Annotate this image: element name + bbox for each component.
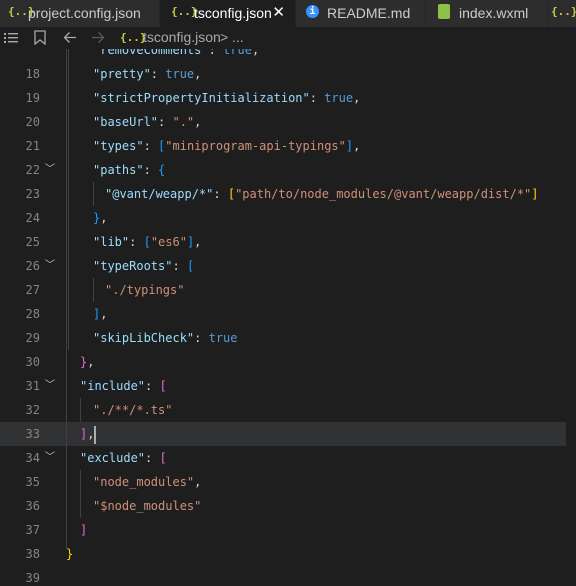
line-text: "typeRoots": [ xyxy=(93,259,195,273)
info-icon: i xyxy=(306,5,319,18)
line-text: "types": ["miniprogram-api-typings"], xyxy=(93,139,361,153)
code-line[interactable]: 25 }, xyxy=(0,206,576,249)
arrow-right-icon[interactable] xyxy=(91,31,105,44)
line-number: 31 xyxy=(25,379,40,393)
line-text: "lib": ["es6"], xyxy=(93,235,202,249)
code-line[interactable]: 37 "$node_modules" xyxy=(0,494,576,537)
breadcrumb-ellipsis[interactable]: ... xyxy=(232,29,244,45)
code-line[interactable]: 28 "./typings" xyxy=(0,278,576,321)
arrow-left-icon[interactable] xyxy=(63,31,77,44)
breadcrumb-separator: > xyxy=(220,29,229,45)
line-text: "include": [ xyxy=(80,379,167,393)
line-text: } xyxy=(66,547,74,561)
line-text: "baseUrl": ".", xyxy=(93,115,202,129)
line-number: 28 xyxy=(25,307,40,321)
chevron-down-icon[interactable]: ﹀ xyxy=(45,158,55,182)
line-text: "paths": { xyxy=(93,163,166,177)
line-number: 30 xyxy=(25,355,40,369)
line-number: 19 xyxy=(25,91,40,105)
line-number: 33 xyxy=(25,427,40,441)
code-line[interactable]: 35 ﹀ "exclude": [ xyxy=(0,446,576,489)
text-cursor xyxy=(94,425,97,444)
line-text: "skipLibCheck": true xyxy=(93,331,238,345)
code-line[interactable]: 23 ﹀ "paths": { xyxy=(0,158,576,201)
line-number: 21 xyxy=(25,139,40,153)
tab-bar: {..} project.config.json {..} tsconfig.j… xyxy=(0,0,576,27)
code-line[interactable]: 19 "pretty": true, xyxy=(0,62,576,105)
code-line[interactable]: 38 ] xyxy=(0,518,576,561)
line-number: 18 xyxy=(25,67,40,81)
line-text: "node_modules", xyxy=(93,475,202,489)
line-text: "exclude": [ xyxy=(80,451,167,465)
line-number: 23 xyxy=(25,187,40,201)
tab-index-wxml[interactable]: wxml index.wxml xyxy=(426,0,548,27)
line-number: 38 xyxy=(25,547,40,561)
line-number: 27 xyxy=(25,283,40,297)
close-icon[interactable]: ✕ xyxy=(272,3,285,21)
line-text: }, xyxy=(93,211,108,225)
line-number: 26 xyxy=(25,259,40,273)
line-number: 32 xyxy=(25,403,40,417)
code-line[interactable]: 39 } xyxy=(0,542,576,585)
line-text: "./**/*.ts" xyxy=(93,403,173,417)
code-line[interactable]: 29 ], xyxy=(0,302,576,345)
line-text: ], xyxy=(80,422,97,446)
line-text: ] xyxy=(80,523,88,537)
code-line[interactable]: 18 "removeComments": true, xyxy=(0,49,576,81)
code-line[interactable]: 24 "@vant/weapp/*": ["path/to/node_modul… xyxy=(0,182,576,225)
line-text: "pretty": true, xyxy=(93,67,202,81)
line-text: ], xyxy=(93,307,108,321)
code-line[interactable]: 30 "skipLibCheck": true xyxy=(0,326,576,369)
tab-label: README.md xyxy=(327,5,411,21)
code-line[interactable]: 21 "baseUrl": ".", xyxy=(0,110,576,153)
code-line-current[interactable]: 34 ], xyxy=(0,422,576,465)
line-number: 22 xyxy=(25,163,40,177)
line-number: 20 xyxy=(25,115,40,129)
code-lines: 18 "removeComments": true, 19 "pretty": … xyxy=(0,49,576,585)
vertical-scrollbar[interactable] xyxy=(566,49,576,586)
code-line[interactable]: 36 "node_modules", xyxy=(0,470,576,513)
list-icon[interactable] xyxy=(4,31,18,45)
wxml-file-icon: wxml xyxy=(438,4,450,19)
tab-readme[interactable]: i README.md xyxy=(296,0,426,27)
tab-label: tsconfig.json xyxy=(194,5,272,21)
tab-tsconfig[interactable]: {..} tsconfig.json ✕ xyxy=(160,0,296,27)
line-number: 35 xyxy=(25,475,40,489)
code-line[interactable]: 20 "strictPropertyInitialization": true, xyxy=(0,86,576,129)
code-line[interactable]: 32 ﹀ "include": [ xyxy=(0,374,576,417)
root-brace-guide xyxy=(66,49,67,549)
line-number: 34 xyxy=(25,451,40,465)
line-text: }, xyxy=(80,355,95,369)
chevron-down-icon[interactable]: ﹀ xyxy=(45,374,55,398)
line-text: "strictPropertyInitialization": true, xyxy=(93,91,361,105)
tab-label: project.config.json xyxy=(28,5,141,21)
chevron-down-icon[interactable]: ﹀ xyxy=(45,254,55,278)
line-number: 24 xyxy=(25,211,40,225)
line-text: "./typings" xyxy=(105,283,185,297)
breadcrumb: {..} tsconfig.json > ... xyxy=(0,27,576,49)
line-text: "removeComments": true, xyxy=(93,49,260,57)
code-line[interactable]: 33 "./**/*.ts" xyxy=(0,398,576,441)
code-line[interactable]: 22 "types": ["miniprogram-api-typings"], xyxy=(0,134,576,177)
code-line[interactable]: 26 "lib": ["es6"], xyxy=(0,230,576,273)
line-text: "@vant/weapp/*": ["path/to/node_modules/… xyxy=(105,187,539,201)
bookmark-icon[interactable] xyxy=(34,30,46,45)
breadcrumb-file[interactable]: tsconfig.json xyxy=(143,29,221,45)
chevron-down-icon[interactable]: ﹀ xyxy=(45,446,55,470)
code-line[interactable]: 31 }, xyxy=(0,350,576,393)
code-editor[interactable]: 18 "removeComments": true, 19 "pretty": … xyxy=(0,49,576,586)
tab-project-config[interactable]: {..} project.config.json xyxy=(0,0,160,27)
line-number: 37 xyxy=(25,523,40,537)
json-file-icon: {..} xyxy=(551,5,576,18)
line-number: 29 xyxy=(25,331,40,345)
line-number: 25 xyxy=(25,235,40,249)
tab-overflow[interactable]: {..} xyxy=(548,0,576,27)
tab-label: index.wxml xyxy=(459,5,529,21)
line-number: 39 xyxy=(25,571,40,585)
line-text: "$node_modules" xyxy=(93,499,202,513)
line-number: 36 xyxy=(25,499,40,513)
code-line[interactable]: 27 ﹀ "typeRoots": [ xyxy=(0,254,576,297)
